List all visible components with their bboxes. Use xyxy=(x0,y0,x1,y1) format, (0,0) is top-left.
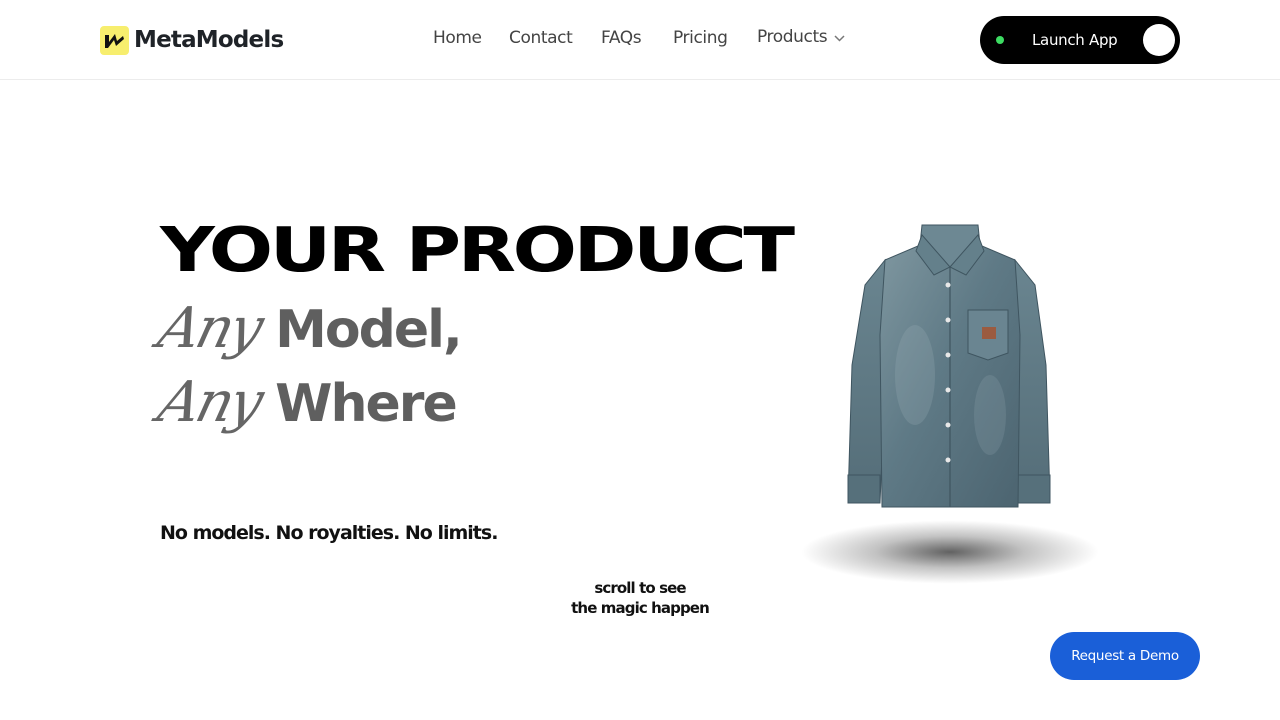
hero-headline: YOUR PRODUCT xyxy=(160,213,795,286)
hero-word-model: Model, xyxy=(275,300,463,360)
nav-products-dropdown[interactable]: Products xyxy=(757,27,845,47)
nav-home[interactable]: Home xyxy=(433,28,482,48)
nav-products-label: Products xyxy=(757,27,828,47)
site-header: MetaModels Home Contact FAQs Pricing Pro… xyxy=(0,0,1280,80)
script-word-any: Any xyxy=(151,296,268,361)
product-image-denim-shirt xyxy=(830,215,1070,515)
status-dot-icon xyxy=(996,36,1004,44)
request-demo-button[interactable]: Request a Demo xyxy=(1050,632,1200,680)
hero-line-model: Any Model, xyxy=(152,296,463,361)
product-shadow xyxy=(800,520,1100,584)
nav-faqs[interactable]: FAQs xyxy=(601,28,642,48)
script-word-any: Any xyxy=(151,370,268,435)
chevron-down-icon xyxy=(834,34,845,42)
nav-contact[interactable]: Contact xyxy=(509,28,573,48)
hero-word-where: Where xyxy=(275,374,458,434)
toggle-knob xyxy=(1143,24,1175,56)
hero-tagline: No models. No royalties. No limits. xyxy=(160,522,498,544)
scroll-hint-line-2: the magic happen xyxy=(571,599,710,617)
hero-line-where: Any Where xyxy=(152,370,458,435)
scroll-hint: scroll to see the magic happen xyxy=(560,578,720,618)
launch-app-button[interactable]: Launch App xyxy=(980,16,1180,64)
scroll-hint-line-1: scroll to see xyxy=(594,579,686,597)
nav-pricing[interactable]: Pricing xyxy=(673,28,728,48)
launch-app-label: Launch App xyxy=(1032,31,1118,49)
